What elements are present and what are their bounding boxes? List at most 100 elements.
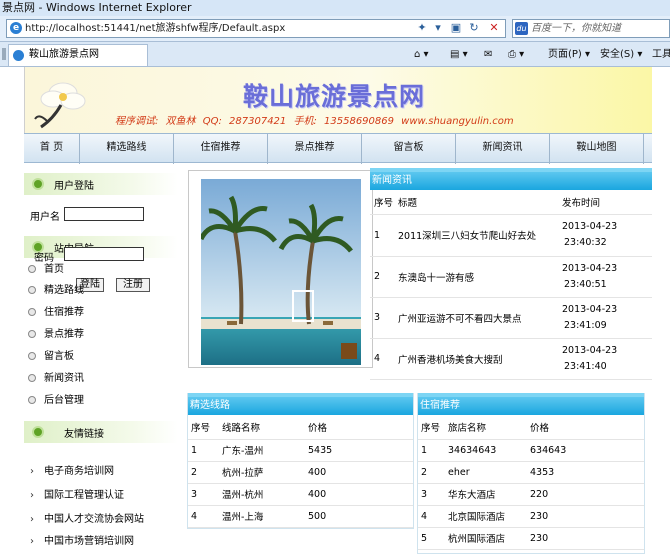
table-row[interactable]: 2 东澳岛十一游有感 2013-04-23 23:40:51 — [370, 256, 652, 298]
login-heading-text: 用户登陆 — [54, 181, 94, 192]
news-time: 23:40:51 — [564, 278, 607, 290]
table-row[interactable]: 1 广东-温州 5435 — [188, 439, 413, 462]
route-name-link[interactable]: 温州-上海 — [222, 505, 308, 528]
safety-menu[interactable]: 安全(S) ▾ — [600, 47, 642, 63]
col-header: 序号 — [370, 190, 398, 215]
hotel-name-link[interactable]: eher — [448, 461, 530, 484]
table-row[interactable]: 3 温州-杭州 400 — [188, 483, 413, 506]
news-title-link[interactable]: 东澳岛十一游有感 — [398, 256, 558, 298]
address-text: http://localhost:51441/net旅游shfw程序/Defau… — [25, 23, 286, 34]
stop-icon[interactable]: ✕ — [486, 20, 502, 36]
nav-map[interactable]: 鞍山地图 — [550, 134, 644, 164]
friend-link-label: 中国人才交流协会网站 — [44, 514, 144, 525]
hotel-name-link[interactable]: 杭州国际酒店 — [448, 527, 530, 550]
cell: 2 — [188, 461, 222, 484]
tab-toolbar: 鞍山旅游景点网 ⌂ ▾ ▤ ▾ ✉ ⎙ ▾ 页面(P) ▾ 安全(S) ▾ 工具 — [0, 42, 670, 67]
friend-link[interactable]: › 国际工程管理认证 — [30, 486, 124, 501]
friend-link-label: 国际工程管理认证 — [44, 490, 124, 501]
refresh-icon[interactable]: ↻ — [466, 20, 482, 36]
login-heading: 用户登陆 — [24, 173, 178, 195]
cell: 1 — [418, 439, 448, 462]
cell: 230 — [530, 505, 644, 528]
bullet-icon — [28, 374, 36, 382]
table-row[interactable]: 1 34634643 634643 — [418, 439, 644, 462]
page-icon[interactable]: ▣ — [448, 20, 464, 36]
nav-routes[interactable]: 精选路线 — [80, 134, 174, 164]
hotel-name-link[interactable]: 北京国际酒店 — [448, 505, 530, 528]
sidebar-item-label: 住宿推荐 — [44, 307, 84, 318]
cell: 3 — [418, 483, 448, 506]
route-name-link[interactable]: 温州-杭州 — [222, 483, 308, 506]
flower-logo-icon — [34, 82, 86, 129]
nav-guestbook[interactable]: 留言板 — [362, 134, 456, 164]
register-button[interactable]: 注册 — [116, 278, 150, 292]
cell: 500 — [308, 505, 413, 528]
feeds-icon[interactable]: ▤ ▾ — [450, 47, 468, 63]
nav-attractions[interactable]: 景点推荐 — [268, 134, 362, 164]
browser-tab[interactable]: 鞍山旅游景点网 — [8, 44, 148, 66]
username-input[interactable] — [64, 207, 144, 221]
bullet-icon — [28, 330, 36, 338]
page-menu-label: 页面(P) — [548, 49, 582, 60]
featured-photo[interactable] — [188, 170, 373, 368]
table-row[interactable]: 2 杭州-拉萨 400 — [188, 461, 413, 484]
compatibility-icon[interactable]: ✦ — [414, 20, 430, 36]
table-row[interactable]: 5 杭州国际酒店 230 — [418, 527, 644, 550]
home-icon[interactable]: ⌂ ▾ — [414, 47, 429, 63]
friend-link[interactable]: › 中国人才交流协会网站 — [30, 510, 144, 525]
nav-hotels[interactable]: 住宿推荐 — [174, 134, 268, 164]
friends-heading: 友情链接 — [24, 421, 178, 443]
favorites-star-icon[interactable] — [2, 48, 6, 60]
hotels-table: 序号 旅店名称 价格 1 34634643 634643 2 eher 4353 3 华东… — [418, 415, 644, 550]
tools-menu[interactable]: 工具 — [652, 47, 670, 63]
cell: 4 — [188, 505, 222, 528]
section-bullet-icon — [32, 178, 44, 190]
table-row[interactable]: 4 温州-上海 500 — [188, 505, 413, 528]
hotels-heading: 住宿推荐 — [418, 393, 644, 415]
friend-link[interactable]: › 电子商务培训网 — [30, 462, 114, 477]
table-row[interactable]: 4 广州香港机场美食大搜刮 2013-04-23 23:41:40 — [370, 338, 652, 380]
tab-label: 鞍山旅游景点网 — [29, 49, 99, 60]
table-row[interactable]: 3 华东大酒店 220 — [418, 483, 644, 506]
cell: 3 — [188, 483, 222, 506]
sidebar-item-routes[interactable]: 精选路线 — [28, 284, 84, 298]
table-row[interactable]: 4 北京国际酒店 230 — [418, 505, 644, 528]
mail-icon[interactable]: ✉ — [484, 47, 492, 63]
col-header: 序号 — [188, 415, 222, 440]
col-header: 价格 — [530, 415, 644, 440]
arrow-icon: › — [30, 536, 34, 547]
news-title-link[interactable]: 广州香港机场美食大搜刮 — [398, 338, 558, 380]
cell: 1 — [370, 214, 398, 257]
news-title-link[interactable]: 2011深圳三八妇女节爬山好去处 — [398, 214, 558, 257]
route-name-link[interactable]: 杭州-拉萨 — [222, 461, 308, 484]
sidebar-item-hotels[interactable]: 住宿推荐 — [28, 306, 84, 320]
cell: 400 — [308, 461, 413, 484]
sidebar-item-home[interactable]: 首页 — [28, 263, 64, 277]
sidebar-item-attractions[interactable]: 景点推荐 — [28, 328, 84, 342]
news-date: 2013-04-23 — [562, 221, 618, 232]
friend-link[interactable]: › 中国市场营销培训网 — [30, 532, 134, 547]
table-row[interactable]: 2 eher 4353 — [418, 461, 644, 484]
dropdown-icon[interactable]: ▾ — [430, 20, 446, 36]
table-row[interactable]: 3 广州亚运游不可不看四大景点 2013-04-23 23:41:09 — [370, 297, 652, 339]
sidebar-item-label: 首页 — [44, 264, 64, 275]
sidebar-item-news[interactable]: 新闻资讯 — [28, 372, 84, 386]
search-input[interactable]: du 百度一下，你就知道 — [512, 19, 670, 38]
bullet-icon — [28, 286, 36, 294]
sidebar-item-guestbook[interactable]: 留言板 — [28, 350, 74, 364]
window-title-bar: 景点网 - Windows Internet Explorer — [0, 0, 670, 16]
cell: 400 — [308, 483, 413, 506]
hotel-name-link[interactable]: 华东大酒店 — [448, 483, 530, 506]
nav-news[interactable]: 新闻资讯 — [456, 134, 550, 164]
print-icon[interactable]: ⎙ ▾ — [508, 47, 524, 63]
hotel-name-link[interactable]: 34634643 — [448, 439, 530, 462]
password-input[interactable] — [64, 247, 144, 261]
table-row[interactable]: 1 2011深圳三八妇女节爬山好去处 2013-04-23 23:40:32 — [370, 214, 652, 257]
cell: 2 — [418, 461, 448, 484]
address-toolbar: e http://localhost:51441/net旅游shfw程序/Def… — [0, 16, 670, 42]
sidebar-item-admin[interactable]: 后台管理 — [28, 394, 84, 408]
page-menu[interactable]: 页面(P) ▾ — [548, 47, 590, 63]
nav-home[interactable]: 首 页 — [24, 134, 80, 164]
news-title-link[interactable]: 广州亚运游不可不看四大景点 — [398, 297, 558, 339]
route-name-link[interactable]: 广东-温州 — [222, 439, 308, 462]
